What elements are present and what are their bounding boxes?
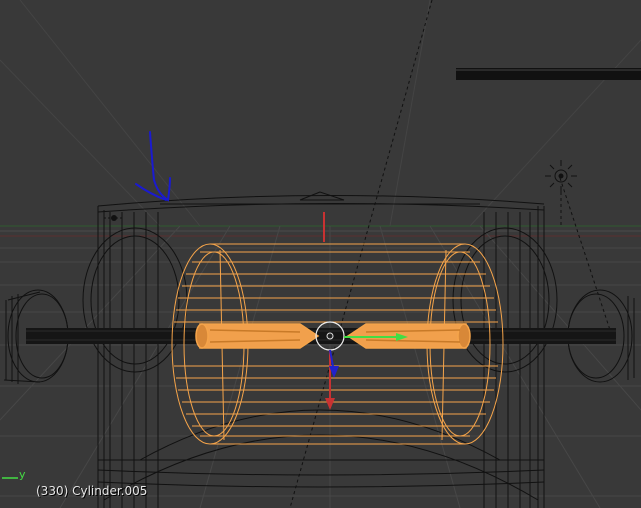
sun-lamp-icon[interactable] <box>545 160 577 226</box>
annotation-arrow <box>135 131 171 202</box>
distant-bar-object <box>456 68 641 80</box>
hub-discs <box>82 227 558 373</box>
axle-shaft <box>26 328 616 344</box>
3d-viewport[interactable]: y (330) Cylinder.005 <box>0 0 641 508</box>
object-origin-icon <box>104 215 124 221</box>
viewport-canvas[interactable] <box>0 0 641 508</box>
viewport-status-text: (330) Cylinder.005 <box>36 484 148 498</box>
axis-y-label: y <box>19 468 26 481</box>
